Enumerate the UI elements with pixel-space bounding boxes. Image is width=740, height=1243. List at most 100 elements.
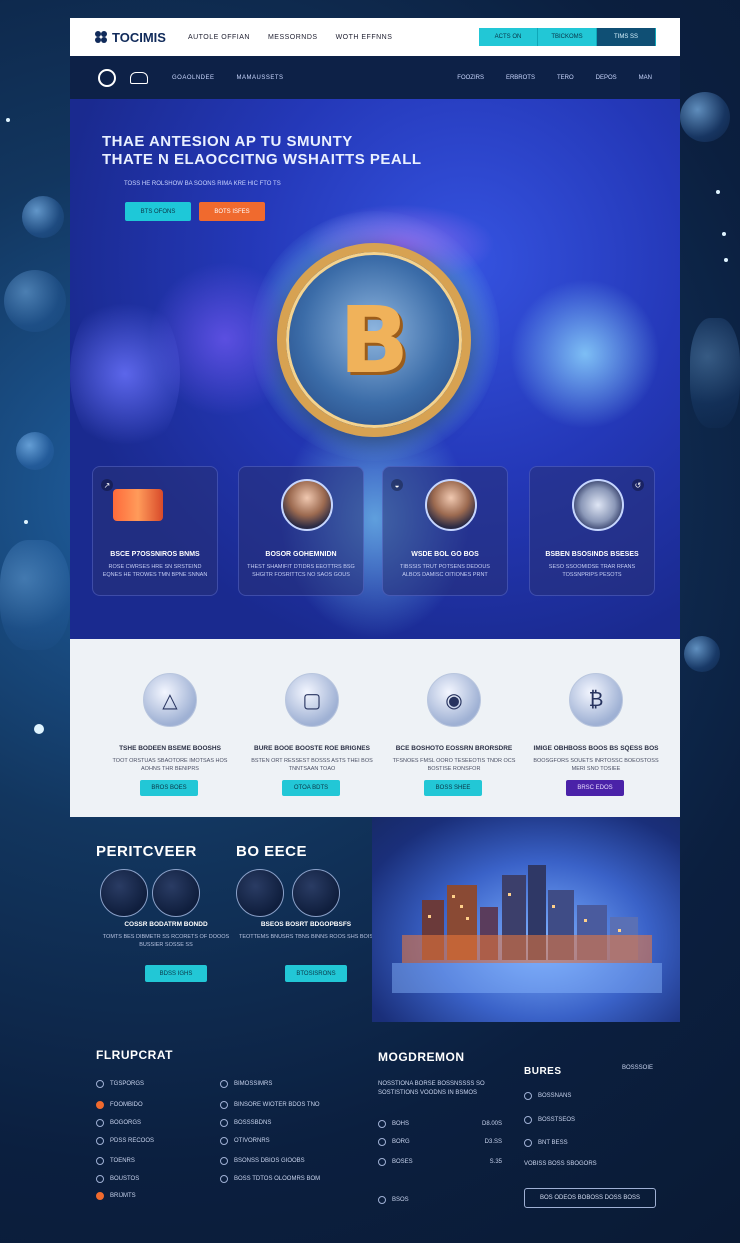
perk-block: BO EECE BSEOS BOSRT BDGOPBSFS TEOTTEMS B… — [236, 817, 376, 1022]
perk-icons — [236, 869, 376, 919]
bitcoin-icon: B — [338, 286, 410, 394]
hero-card[interactable]: ◒ WSDE BOL GO BOS TIBSSIS TRUT POTSENS D… — [382, 466, 508, 596]
footer-link[interactable]: BSONSS DBIOS GIOOBS — [220, 1157, 305, 1165]
footer-link-label: FOOMBIDO — [110, 1102, 143, 1108]
footer-link[interactable]: BOSSSBDNS — [220, 1119, 271, 1127]
sparkle-dot — [24, 520, 28, 524]
feature-button[interactable]: BOSS SHEE — [424, 780, 482, 796]
bubble-decoration — [680, 92, 730, 142]
footer-link[interactable]: TOENRS — [96, 1157, 135, 1165]
nav-item[interactable]: TERO — [557, 75, 574, 81]
sparkle-dot — [724, 258, 728, 262]
footer-link-label: BIMOSSIMRS — [234, 1081, 273, 1087]
feature-button[interactable]: BRSC EDOS — [566, 780, 624, 796]
link-icon — [220, 1101, 228, 1109]
footer-link-label: BINSORE WIOTER BDOS TNO — [234, 1102, 320, 1108]
bubble-decoration — [690, 318, 740, 428]
feature-title: BCE BOSHOTO EOSSRN BRORSDRE — [395, 745, 513, 752]
top-nav-item[interactable]: WOTH EFFNNS — [336, 34, 393, 41]
card-text: ROSE CWRSES HRE SN SRSTEIND EQNES HE TRO… — [102, 564, 208, 578]
top-button[interactable]: ACTS ON — [479, 28, 538, 46]
top-button[interactable]: TBICKOMS — [538, 28, 597, 46]
hero-subtitle: TOSS HE ROLSHOW BA SOONS RIMA KRE HIC FT… — [124, 181, 281, 187]
badge-icon[interactable]: ◒ — [391, 479, 403, 491]
card-text: TIBSSIS TRUT POTSENS DEDOUS ALBOS DAMISC… — [400, 564, 490, 578]
nav-item[interactable]: GOAOLNDEE — [172, 75, 215, 81]
nav-item[interactable]: MAN — [639, 75, 652, 81]
footer-link[interactable]: BOUSTOS — [96, 1175, 139, 1183]
top-button[interactable]: TIMS SS — [597, 28, 656, 46]
perk-heading: PERITCVEER — [96, 843, 197, 860]
footer: FLRUPCRAT TGSPORGS FOOMBIDO BOGORGS PDSS… — [96, 1040, 666, 1230]
footer-link[interactable]: BOSS TDTOS OLOOMRS BOM — [220, 1175, 320, 1183]
footer-col4-title: BURES — [524, 1066, 562, 1077]
sparkle-dot — [6, 118, 10, 122]
link-icon — [96, 1157, 104, 1165]
hero-card[interactable]: ↗ BSCE P7OSSNIROS BNMS ROSE CWRSES HRE S… — [92, 466, 218, 596]
vr-headset-icon: ▢ — [285, 673, 339, 727]
nav-item[interactable]: DEPOS — [596, 75, 617, 81]
perk-button[interactable]: BTOSISRONS — [285, 965, 347, 982]
hero-card[interactable]: BOSOR GOHEMNIDN THEST SHAMIFIT DTIDRS EE… — [238, 466, 364, 596]
footer-link[interactable]: PDSS RECOOS — [96, 1137, 154, 1145]
price-value: D3.SS — [484, 1139, 502, 1145]
refresh-icon[interactable]: ↺ — [632, 479, 644, 491]
arrow-icon[interactable]: ↗ — [101, 479, 113, 491]
footer-link[interactable]: BOGORGS — [96, 1119, 141, 1127]
subscribe-button[interactable]: BOS ODEOS BOBOSS DOSS BOSS — [524, 1188, 656, 1208]
main-nav: GOAOLNDEE MAMAUSSETS FOOZIRS ERBROTS TER… — [70, 56, 680, 99]
footer-link[interactable]: TGSPORGS — [96, 1080, 144, 1088]
hero-primary-button[interactable]: BTS OFONS — [125, 202, 191, 221]
cloud-decoration — [70, 289, 180, 459]
feature-card: ▢ BURE BOOE BOOSTE ROE BRIGNES BSTEN ORT… — [242, 639, 382, 817]
footer-link[interactable]: BINSORE WIOTER BDOS TNO — [220, 1101, 320, 1109]
link-icon — [220, 1175, 228, 1183]
price-value: S.35 — [489, 1159, 502, 1165]
footer-price-row[interactable]: BORG D3.SS — [378, 1138, 502, 1146]
footer-link[interactable]: FOOMBIDO — [96, 1101, 143, 1109]
footer-link[interactable]: BRIJMTS — [96, 1192, 136, 1200]
perk-button[interactable]: BDSS IGHS — [145, 965, 207, 982]
footer-link-label: OTIVORNRS — [234, 1138, 270, 1144]
top-nav-item[interactable]: MESSORNDS — [268, 34, 318, 41]
footer-link[interactable]: VOBISS BOSS SBOGORS — [524, 1161, 597, 1167]
footer-link[interactable]: BOSSNANS — [524, 1092, 571, 1100]
avatar — [425, 479, 477, 531]
chart-icon: △ — [143, 673, 197, 727]
link-icon — [220, 1157, 228, 1165]
card-text: THEST SHAMIFIT DTIDRS EEOTTRS BSG SHGITR… — [247, 564, 355, 578]
glasses-icon[interactable] — [130, 71, 148, 84]
hero-card[interactable]: ↺ BSBEN BSOSINDS BSESES SESO SSOOMIDSE T… — [529, 466, 655, 596]
perk-text: TOMTS BES DIBMETR SS RCORETS OF DOOOS BU… — [102, 934, 230, 948]
footer-col3-text: NOSSTIONA BORSE BOSSNSSSS SO SOSTISTIONS… — [378, 1080, 498, 1098]
nav-item[interactable]: ERBROTS — [506, 75, 535, 81]
top-nav-item[interactable]: AUTOLE OFFIAN — [188, 34, 250, 41]
feature-button[interactable]: OTOA BDTS — [282, 780, 340, 796]
nav-item[interactable]: FOOZIRS — [457, 75, 484, 81]
profile-icon[interactable] — [98, 68, 116, 87]
footer-badge: BOSSSOIE — [622, 1065, 653, 1071]
feature-text: TFSNOES FMSL OORO TESEEOTIS TNDR OCS BOS… — [392, 758, 516, 772]
brand-logo[interactable]: TOCIMIS — [94, 30, 166, 45]
lock-icon: ◉ — [427, 673, 481, 727]
feature-button[interactable]: BROS BOES — [140, 780, 198, 796]
bitcoin-badge-icon: ₿ — [569, 673, 623, 727]
ring-icon — [100, 869, 148, 917]
bubble-decoration — [0, 540, 70, 650]
hero-title: THAE ANTESION AP TU SMUNTY THATE N ELAOC… — [102, 133, 422, 169]
footer-link[interactable]: BNT BESS — [524, 1139, 568, 1147]
footer-link[interactable]: OTIVORNRS — [220, 1137, 270, 1145]
avatar — [281, 479, 333, 531]
footer-link[interactable]: BIMOSSIMRS — [220, 1080, 272, 1088]
features-section: △ TSHE BODEEN BSEME BOOSHS TOOT ORSTUAS … — [70, 639, 680, 817]
footer-link[interactable]: BOSSTSEOS — [524, 1116, 575, 1124]
hero-secondary-button[interactable]: BOTS ISFES — [199, 202, 265, 221]
link-icon — [378, 1196, 386, 1204]
link-icon — [220, 1137, 228, 1145]
footer-price-row[interactable]: BOHS D8.00S — [378, 1120, 502, 1128]
city-skyline-illustration — [392, 865, 662, 993]
footer-price-row[interactable]: BSOS — [378, 1196, 502, 1204]
feature-card: △ TSHE BODEEN BSEME BOOSHS TOOT ORSTUAS … — [100, 639, 240, 817]
nav-item[interactable]: MAMAUSSETS — [237, 75, 284, 81]
footer-price-row[interactable]: BOSES S.35 — [378, 1158, 502, 1166]
